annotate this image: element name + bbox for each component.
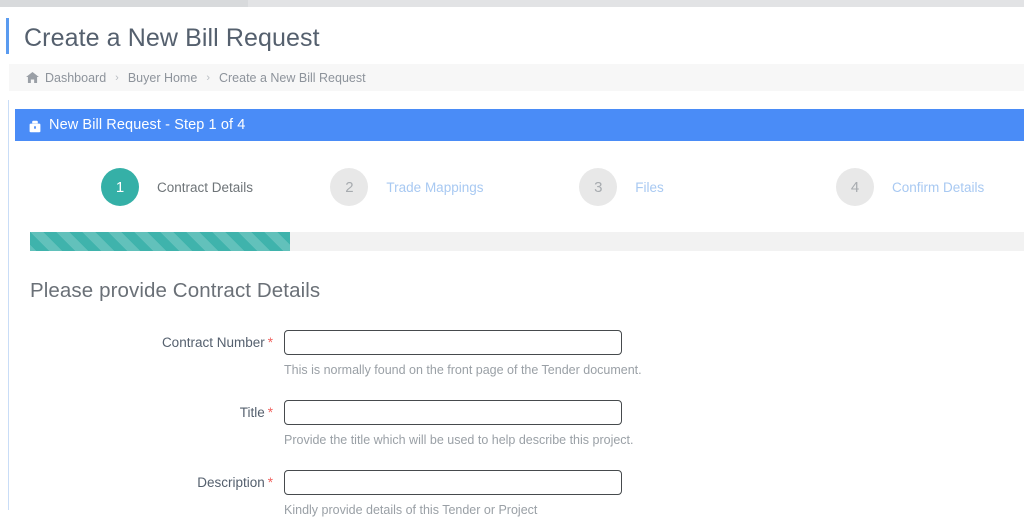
breadcrumb-item-current: Create a New Bill Request [218, 70, 366, 85]
wizard-step-number-4: 4 [835, 168, 874, 206]
wizard-step-confirm-details[interactable]: 4 Confirm Details [772, 168, 1024, 206]
form-heading: Please provide Contract Details [30, 279, 321, 302]
required-marker-description: * [267, 475, 273, 490]
wizard-step-label-2: Trade Mappings [386, 179, 484, 195]
label-title-text: Title [239, 405, 265, 420]
wizard-step-label-4: Confirm Details [891, 179, 985, 195]
label-description-text: Description [197, 475, 265, 490]
breadcrumb: Dashboard › Buyer Home › Create a New Bi… [9, 64, 1024, 91]
help-text-description: Kindly provide details of this Tender or… [284, 503, 538, 517]
panel-title: New Bill Request - Step 1 of 4 [49, 117, 246, 133]
field-group-title: Provide the title which will be used to … [284, 400, 634, 447]
page-title: Create a New Bill Request [24, 24, 320, 52]
label-contract-number: Contract Number * [30, 330, 284, 377]
field-group-contract-number: This is normally found on the front page… [284, 330, 642, 377]
required-marker-title: * [267, 405, 273, 420]
form-row-contract-number: Contract Number * This is normally found … [30, 330, 1024, 377]
wizard-step-files[interactable]: 3 Files [520, 168, 772, 206]
wizard-progress-bar [30, 232, 290, 251]
breadcrumb-item-buyer-home[interactable]: Buyer Home [128, 71, 197, 85]
wizard-step-label-3: Files [635, 179, 664, 195]
contract-details-form: Please provide Contract Details Contract… [15, 251, 1024, 517]
wizard-progress-track [30, 232, 1024, 251]
top-bar-strip [0, 0, 1024, 7]
home-icon [26, 72, 39, 83]
breadcrumb-separator-2: › [206, 71, 210, 84]
panel-header: New Bill Request - Step 1 of 4 [15, 109, 1024, 141]
wizard-step-contract-details[interactable]: 1 Contract Details [15, 168, 268, 206]
bill-request-panel: New Bill Request - Step 1 of 4 1 Contrac… [15, 109, 1024, 517]
top-bar-brand-strip [0, 0, 248, 7]
title-input[interactable] [284, 400, 622, 425]
required-marker-contract-number: * [267, 335, 273, 350]
wizard-step-number-1: 1 [101, 168, 139, 206]
help-text-title: Provide the title which will be used to … [284, 433, 634, 447]
briefcase-icon [29, 120, 41, 133]
label-contract-number-text: Contract Number [161, 335, 265, 350]
contract-number-input[interactable] [284, 330, 622, 355]
help-text-contract-number: This is normally found on the front page… [284, 363, 642, 377]
breadcrumb-item-dashboard[interactable]: Dashboard [45, 71, 106, 85]
wizard-step-label-1: Contract Details [157, 179, 254, 195]
description-input[interactable] [284, 470, 622, 495]
sidebar-edge [0, 7, 8, 510]
wizard-steps: 1 Contract Details 2 Trade Mappings 3 Fi… [15, 141, 1024, 206]
breadcrumb-separator-1: › [115, 71, 119, 84]
form-row-title: Title * Provide the title which will be u… [30, 400, 1024, 447]
wizard-step-trade-mappings[interactable]: 2 Trade Mappings [268, 168, 520, 206]
page-content: Create a New Bill Request Dashboard › Bu… [9, 7, 1024, 517]
wizard-step-number-2: 2 [330, 168, 369, 206]
label-title: Title * [30, 400, 284, 447]
wizard-step-number-3: 3 [579, 168, 618, 206]
